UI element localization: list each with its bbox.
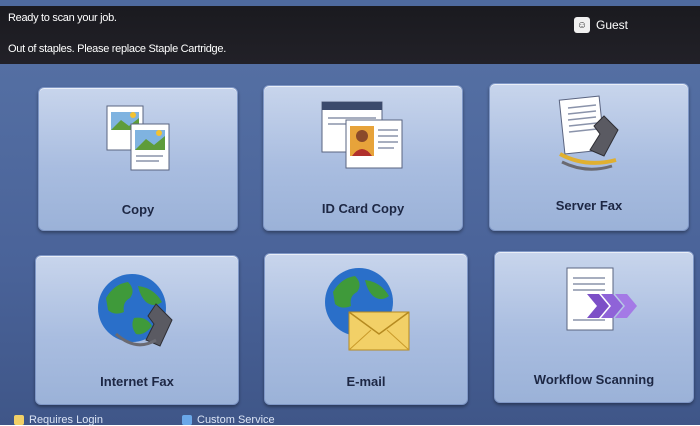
custom-service-icon	[182, 415, 192, 425]
internet-fax-icon	[98, 274, 173, 347]
workflow-scanning-label: Workflow Scanning	[533, 372, 655, 387]
legend-custom-service: Custom Service	[182, 414, 275, 426]
server-fax-button[interactable]: Server Fax	[489, 83, 689, 231]
status-message-staples: Out of staples. Please replace Staple Ca…	[8, 43, 226, 55]
user-login-button[interactable]: ☺ Guest	[574, 15, 628, 35]
status-bar: Ready to scan your job. Out of staples. …	[0, 6, 700, 64]
user-icon: ☺	[574, 17, 590, 33]
legend-custom-service-label: Custom Service	[197, 414, 275, 426]
id-card-copy-button[interactable]: ID Card Copy	[263, 85, 463, 231]
server-fax-label: Server Fax	[555, 198, 623, 213]
legend-bar: Requires Login Custom Service	[0, 412, 700, 426]
server-fax-icon	[558, 95, 619, 171]
legend-requires-login-label: Requires Login	[29, 414, 103, 426]
internet-fax-button[interactable]: Internet Fax	[35, 255, 239, 405]
status-message-ready: Ready to scan your job.	[8, 12, 117, 24]
copy-label: Copy	[121, 202, 155, 217]
lock-icon	[14, 415, 24, 425]
email-icon	[325, 268, 410, 351]
email-button[interactable]: E-mail	[264, 253, 468, 405]
workflow-scanning-icon	[566, 267, 637, 331]
workflow-scanning-button[interactable]: Workflow Scanning	[494, 251, 694, 403]
copy-button[interactable]: Copy	[38, 87, 238, 231]
services-panel: Copy ID Card Copy Server Fax Internet Fa…	[0, 64, 700, 425]
id-card-copy-label: ID Card Copy	[321, 201, 405, 216]
email-label: E-mail	[346, 374, 386, 389]
user-name: Guest	[596, 18, 629, 32]
copy-icon	[106, 105, 170, 171]
legend-requires-login: Requires Login	[14, 414, 103, 426]
printer-touch-screen: Ready to scan your job. Out of staples. …	[0, 0, 700, 426]
id-card-icon	[321, 101, 403, 169]
internet-fax-label: Internet Fax	[100, 374, 174, 389]
